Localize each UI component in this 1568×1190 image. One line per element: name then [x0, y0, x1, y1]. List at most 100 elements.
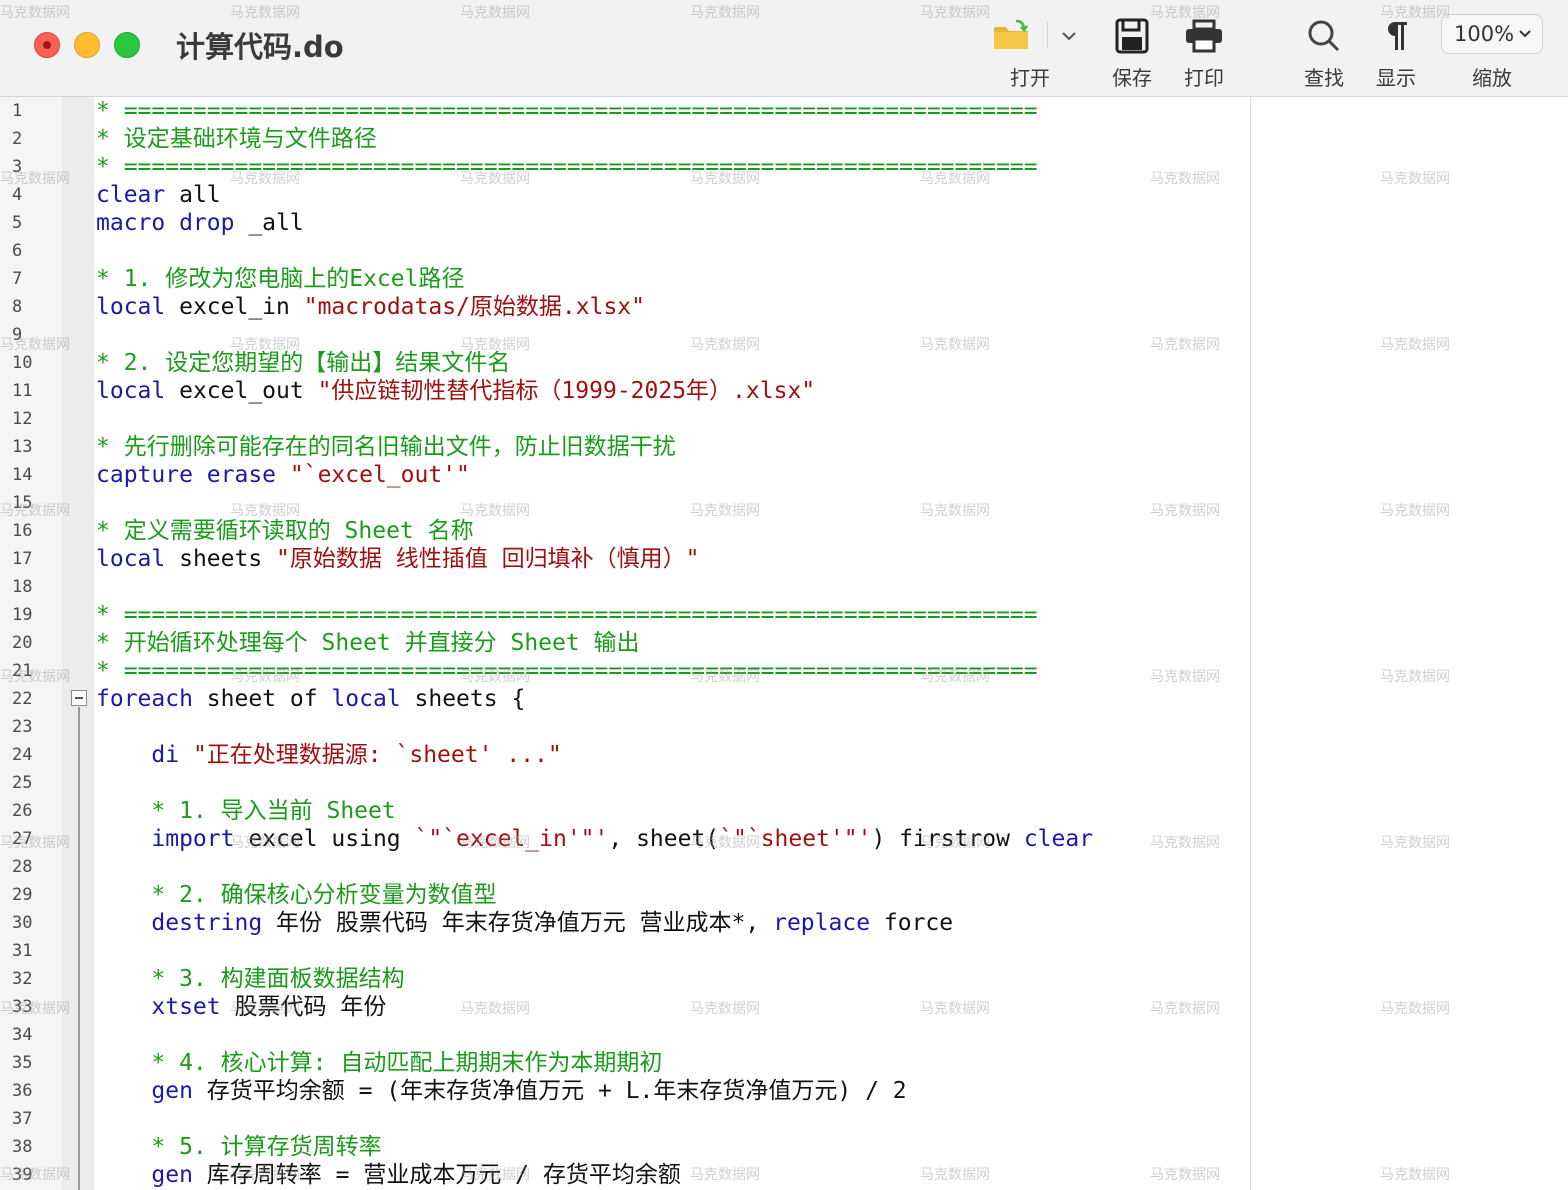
open-label[interactable]: 打开: [990, 62, 1070, 91]
code-line[interactable]: di "正在处理数据源: `sheet' ...": [96, 741, 561, 769]
code-token: clear: [1023, 826, 1094, 852]
watermark-text: 马克数据网: [920, 1001, 990, 1017]
minimize-window-button[interactable]: [74, 32, 100, 58]
close-window-button[interactable]: [34, 32, 60, 58]
code-line[interactable]: destring 年份 股票代码 年末存货净值万元 营业成本*, replace…: [96, 909, 953, 937]
watermark-text: 马克数据网: [1380, 1167, 1450, 1183]
watermark-text: 马克数据网: [0, 171, 70, 187]
code-line[interactable]: gen 库存周转率 = 营业成本万元 / 存货平均余额: [96, 1161, 680, 1189]
find-button[interactable]: [1304, 14, 1344, 58]
watermark-text: 马克数据网: [690, 503, 760, 519]
document-title: 计算代码.do: [176, 30, 344, 64]
code-token: "macrodatas/原始数据.xlsx": [303, 294, 645, 320]
code-line[interactable]: * 1. 导入当前 Sheet: [96, 797, 395, 825]
watermark-text: 马克数据网: [230, 669, 300, 685]
watermark-text: 马克数据网: [230, 1167, 300, 1183]
watermark-text: 马克数据网: [690, 669, 760, 685]
line-number: 38: [12, 1137, 33, 1157]
code-line[interactable]: * 4. 核心计算: 自动匹配上期期末作为本期期初: [96, 1049, 662, 1077]
zoom-select[interactable]: 100%: [1441, 14, 1543, 54]
code-token: gen: [151, 1078, 193, 1104]
watermark-text: 马克数据网: [1150, 337, 1220, 353]
code-token: local: [96, 294, 166, 320]
code-line[interactable]: capture erase "`excel_out'": [96, 461, 470, 489]
open-button[interactable]: [990, 14, 1032, 58]
code-token: clear: [96, 182, 166, 208]
code-token: 存货平均余额 = (年末存货净值万元 + L.年末存货净值万元) / 2: [192, 1078, 907, 1104]
code-line[interactable]: gen 存货平均余额 = (年末存货净值万元 + L.年末存货净值万元) / 2: [96, 1077, 907, 1105]
code-line[interactable]: * 2. 设定您期望的【输出】结果文件名: [96, 349, 510, 377]
open-recent-dropdown[interactable]: [1054, 14, 1084, 58]
line-number: 34: [12, 1025, 33, 1045]
code-line[interactable]: local sheets "原始数据 线性插值 回归填补（慎用）": [96, 545, 699, 573]
code-token: sheets: [165, 546, 277, 572]
watermark-text: 马克数据网: [1150, 5, 1220, 21]
code-token: local: [96, 378, 166, 404]
save-button[interactable]: [1112, 14, 1152, 58]
watermark-text: 马克数据网: [920, 337, 990, 353]
printer-icon: [1186, 19, 1222, 53]
save-label[interactable]: 保存: [1092, 62, 1172, 91]
watermark-text: 马克数据网: [920, 503, 990, 519]
watermark-text: 马克数据网: [1380, 337, 1450, 353]
watermark-text: 马克数据网: [1380, 1001, 1450, 1017]
watermark-text: 马克数据网: [690, 1001, 760, 1017]
code-line[interactable]: * 1. 修改为您电脑上的Excel路径: [96, 265, 464, 293]
watermark-text: 马克数据网: [920, 669, 990, 685]
code-token: all: [165, 182, 221, 208]
zoom-window-button[interactable]: [114, 32, 140, 58]
zoom-label: 缩放: [1472, 66, 1512, 90]
search-icon: [1308, 20, 1340, 52]
code-line[interactable]: * ======================================…: [96, 601, 1038, 629]
watermark-text: 马克数据网: [460, 503, 530, 519]
watermark-text: 马克数据网: [230, 5, 300, 21]
watermark-text: 马克数据网: [1150, 1167, 1220, 1183]
code-token: * 2. 确保核心分析变量为数值型: [96, 882, 497, 908]
code-token: excel_in: [165, 294, 304, 320]
close-dot-icon: [43, 41, 51, 49]
watermark-text: 马克数据网: [460, 1167, 530, 1183]
code-line[interactable]: local excel_in "macrodatas/原始数据.xlsx": [96, 293, 645, 321]
show-label[interactable]: 显示: [1356, 62, 1436, 91]
code-line[interactable]: local excel_out "供应链韧性替代指标（1999-2025年）.x…: [96, 377, 815, 405]
line-number: 13: [12, 437, 33, 457]
code-token: * 先行删除可能存在的同名旧输出文件，防止旧数据干扰: [96, 434, 676, 460]
line-number: 30: [12, 913, 33, 933]
line-number: 19: [12, 605, 33, 625]
code-line[interactable]: * 设定基础环境与文件路径: [96, 125, 377, 153]
code-line[interactable]: * 2. 确保核心分析变量为数值型: [96, 881, 497, 909]
code-line[interactable]: * 先行删除可能存在的同名旧输出文件，防止旧数据干扰: [96, 433, 676, 461]
code-line[interactable]: * 3. 构建面板数据结构: [96, 965, 405, 993]
watermark-text: 马克数据网: [1380, 503, 1450, 519]
watermark-text: 马克数据网: [1380, 5, 1450, 21]
code-line[interactable]: foreach sheet of local sheets {: [96, 685, 525, 713]
line-number: 8: [12, 297, 23, 317]
code-line[interactable]: clear all: [96, 181, 221, 209]
watermark-text: 马克数据网: [0, 5, 70, 21]
print-label[interactable]: 打印: [1164, 62, 1244, 91]
watermark-text: 马克数据网: [0, 835, 70, 851]
code-line[interactable]: * 定义需要循环读取的 Sheet 名称: [96, 517, 474, 545]
watermark-text: 马克数据网: [690, 171, 760, 187]
code-token: capture erase: [96, 462, 277, 488]
code-line[interactable]: * 开始循环处理每个 Sheet 并直接分 Sheet 输出: [96, 629, 640, 657]
watermark-text: 马克数据网: [460, 669, 530, 685]
code-token: * 定义需要循环读取的 Sheet 名称: [96, 518, 474, 544]
code-line[interactable]: macro drop _all: [96, 209, 304, 237]
find-label[interactable]: 查找: [1284, 62, 1364, 91]
code-token: * 5. 计算存货周转率: [96, 1134, 382, 1160]
code-line[interactable]: * 5. 计算存货周转率: [96, 1133, 382, 1161]
code-token: excel_out: [165, 378, 318, 404]
fold-toggle-button[interactable]: [71, 690, 87, 706]
fold-range-line: [78, 707, 80, 1190]
line-number: 37: [12, 1109, 33, 1129]
line-number: 23: [12, 717, 33, 737]
watermark-text: 马克数据网: [1150, 171, 1220, 187]
code-token: * 3. 构建面板数据结构: [96, 966, 405, 992]
code-line[interactable]: * ======================================…: [96, 97, 1038, 125]
watermark-text: 马克数据网: [1150, 503, 1220, 519]
